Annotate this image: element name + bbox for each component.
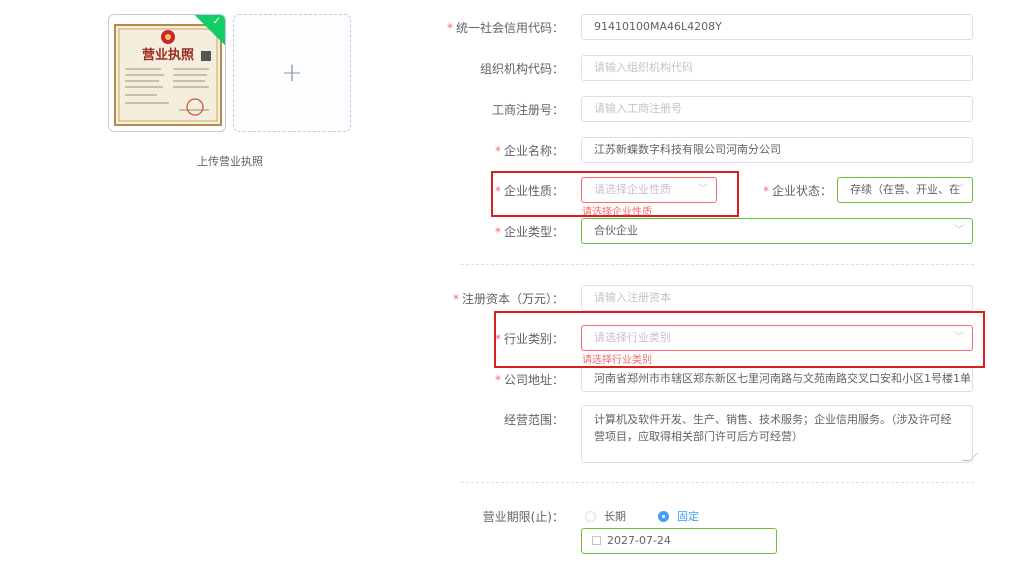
reg-no-input[interactable]: 请输入工商注册号 [581,96,973,122]
term-label: 营业期限(止)： [482,510,564,524]
company-status-label: * 企业状态： [763,184,833,198]
company-name-input[interactable]: 江苏新蝶数字科技有限公司河南分公司 [581,137,973,163]
license-title: 营业执照 [142,47,194,63]
upload-button[interactable]: + [233,14,351,132]
term-date-picker[interactable]: 2027-07-24 [581,528,777,554]
radio-checked-icon [658,510,669,522]
check-icon: ✓ [212,16,221,27]
company-name-label: * 企业名称： [494,144,564,158]
reg-capital-input[interactable]: 请输入注册资本 [581,285,973,311]
company-type-select[interactable]: 合伙企业 ﹀ [581,218,973,244]
business-scope-textarea[interactable]: 计算机及软件开发、生产、销售、技术服务；企业信用服务。（涉及许可经营项目，应取得… [581,405,978,463]
plus-icon: + [281,58,303,88]
org-code-input[interactable]: 请输入组织机构代码 [581,55,973,81]
chevron-down-icon: ﹀ [954,184,964,195]
company-status-select[interactable]: 存续（在营、开业、在 ﹀ [837,177,973,203]
highlight-box-industry [494,311,985,368]
chevron-down-icon: ﹀ [954,225,964,236]
upload-caption: 上传营业执照 [197,155,263,168]
term-radio-fixed[interactable]: 固定 [658,508,699,524]
company-type-label: * 企业类型： [494,225,564,239]
section-divider [461,482,974,483]
credit-code-input[interactable]: 91410100MA46L4208Y [581,14,973,40]
highlight-box-company-nature [491,171,739,217]
calendar-icon [592,536,601,545]
address-input[interactable]: 河南省郑州市市辖区郑东新区七里河南路与文苑南路交叉口安和小区1号楼1单 [581,366,973,392]
resize-handle-icon[interactable] [962,453,978,461]
business-scope-label: 经营范围： [503,413,564,427]
term-radio-long[interactable]: 长期 [585,508,626,524]
credit-code-label: * 统一社会信用代码： [446,21,564,35]
reg-capital-label: * 注册资本（万元）： [452,292,564,306]
reg-no-label: 工商注册号： [491,103,564,117]
radio-icon [585,510,596,522]
section-divider [461,264,974,265]
address-label: * 公司地址： [494,373,564,387]
license-thumbnail[interactable]: 营业执照 ✓ [108,14,226,132]
license-image: 营业执照 [114,24,222,126]
org-code-label: 组织机构代码： [479,62,564,76]
